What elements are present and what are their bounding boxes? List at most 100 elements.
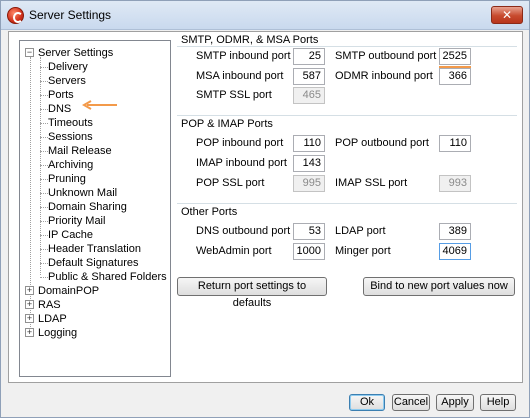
tree-item-label: Ports [48,89,74,101]
tree-branch-line [40,235,48,236]
expand-icon[interactable]: + [25,328,34,337]
tree-item-servers[interactable]: Servers [48,74,86,88]
tree-item-label: Default Signatures [48,257,139,269]
tree-item-label: Public & Shared Folders [48,271,167,283]
group-title-smtp: SMTP, ODMR, & MSA Ports [181,34,319,46]
tree-item-label: Server Settings [38,47,114,59]
webadmin-port-label: WebAdmin port [196,245,272,257]
tree-item-label: Delivery [48,61,88,73]
smtp-inbound-field[interactable]: 25 [293,48,325,65]
pop-imap-group: POP & IMAP Ports POP inbound port 110 PO… [177,115,517,195]
tree-item-priority-mail[interactable]: Priority Mail [48,214,105,228]
cancel-button[interactable]: Cancel [392,394,430,411]
ldap-port-field[interactable]: 389 [439,223,471,240]
tree-item-mail-release[interactable]: Mail Release [48,144,112,158]
return-defaults-button[interactable]: Return port settings to defaults [177,277,327,309]
dns-outbound-field[interactable]: 53 [293,223,325,240]
tree-item-label: RAS [38,299,61,311]
tree-guide-line [40,57,41,275]
tree-item-domain-sharing[interactable]: Domain Sharing [48,200,127,214]
odmr-inbound-label: ODMR inbound port [335,70,433,82]
tree-branch-line [40,263,48,264]
tree-branch-line [40,123,48,124]
webadmin-port-field[interactable]: 1000 [293,243,325,260]
tree-item-dns[interactable]: DNS [48,102,71,116]
dns-outbound-label: DNS outbound port [196,225,291,237]
tree-item-unknown-mail[interactable]: Unknown Mail [48,186,117,200]
smtp-ssl-field: 465 [293,87,325,104]
imap-inbound-field[interactable]: 143 [293,155,325,172]
pop-outbound-field[interactable]: 110 [439,135,471,152]
group-divider [177,115,517,116]
tree-branch-line [40,67,48,68]
tree-item-sessions[interactable]: Sessions [48,130,93,144]
help-button[interactable]: Help [480,394,516,411]
tree-item-label: Sessions [48,131,93,143]
imap-ssl-label: IMAP SSL port [335,177,408,189]
tree-branch-line [40,249,48,250]
collapse-icon[interactable]: − [25,48,34,57]
pop-ssl-field: 995 [293,175,325,192]
msa-inbound-field[interactable]: 587 [293,68,325,85]
tree-item-header-translation[interactable]: Header Translation [48,242,141,256]
tree-branch-line [40,137,48,138]
minger-port-label: Minger port [335,245,391,257]
tree-item-label: Archiving [48,159,94,171]
tree-item-label: Priority Mail [48,215,106,227]
tree-item-delivery[interactable]: Delivery [48,60,88,74]
pop-inbound-label: POP inbound port [196,137,284,149]
bind-new-ports-button[interactable]: Bind to new port values now [363,277,515,296]
tree-branch-line [40,221,48,222]
group-title-pop: POP & IMAP Ports [181,118,273,130]
tree-branch-line [40,207,48,208]
tree-item-label: DomainPOP [38,285,100,297]
window-title: Server Settings [29,8,112,22]
tree-branch-line [40,165,48,166]
apply-button[interactable]: Apply [436,394,474,411]
group-title-other: Other Ports [181,206,238,218]
smtp-outbound-field[interactable]: 2525 [439,48,471,65]
close-button[interactable]: ✕ [491,6,523,24]
tree-item-label: Logging [38,327,78,339]
tree-item-ip-cache[interactable]: IP Cache [48,228,93,242]
pop-inbound-field[interactable]: 110 [293,135,325,152]
tree-item-label: Header Translation [48,243,141,255]
imap-ssl-field: 993 [439,175,471,192]
app-logo-icon [7,7,24,24]
pop-ssl-label: POP SSL port [196,177,265,189]
tree-item-domainpop[interactable]: DomainPOP [38,284,99,298]
tree-item-timeouts[interactable]: Timeouts [48,116,93,130]
tree-item-ports[interactable]: Ports [48,88,74,102]
tree-branch-line [40,109,48,110]
tree-item-label: Mail Release [48,145,112,157]
tree-item-logging[interactable]: Logging [38,326,77,340]
ok-button[interactable]: Ok [349,394,385,411]
tree-item-label: Pruning [48,173,86,185]
tree-item-ras[interactable]: RAS [38,298,61,312]
other-ports-group: Other Ports DNS outbound port 53 LDAP po… [177,203,517,263]
tree-item-label: Domain Sharing [48,201,127,213]
expand-icon[interactable]: + [25,300,34,309]
tree-item-pruning[interactable]: Pruning [48,172,86,186]
settings-tree[interactable]: Server Settings − Delivery Servers Ports DNS T… [19,40,171,377]
tree-item-label: DNS [48,103,72,115]
server-settings-window: Server Settings ✕ Server Settings − Delive… [0,0,530,418]
title-bar[interactable]: Server Settings ✕ [1,1,529,30]
imap-inbound-label: IMAP inbound port [196,157,287,169]
tree-item-archiving[interactable]: Archiving [48,158,93,172]
tree-item-public-shared-folders[interactable]: Public & Shared Folders [48,270,167,284]
odmr-inbound-field[interactable]: 366 [439,68,471,85]
tree-item-label: Timeouts [48,117,93,129]
minger-port-field[interactable]: 4069 [439,243,471,260]
tree-item-server-settings[interactable]: Server Settings [38,46,113,60]
expand-icon[interactable]: + [25,314,34,323]
group-divider [177,46,517,47]
tree-item-label: LDAP [38,313,67,325]
tree-item-default-signatures[interactable]: Default Signatures [48,256,139,270]
ldap-port-label: LDAP port [335,225,386,237]
close-icon: ✕ [501,8,513,22]
content-panel: Server Settings − Delivery Servers Ports DNS T… [8,31,523,383]
tree-item-ldap[interactable]: LDAP [38,312,67,326]
tree-branch-line [40,193,48,194]
expand-icon[interactable]: + [25,286,34,295]
